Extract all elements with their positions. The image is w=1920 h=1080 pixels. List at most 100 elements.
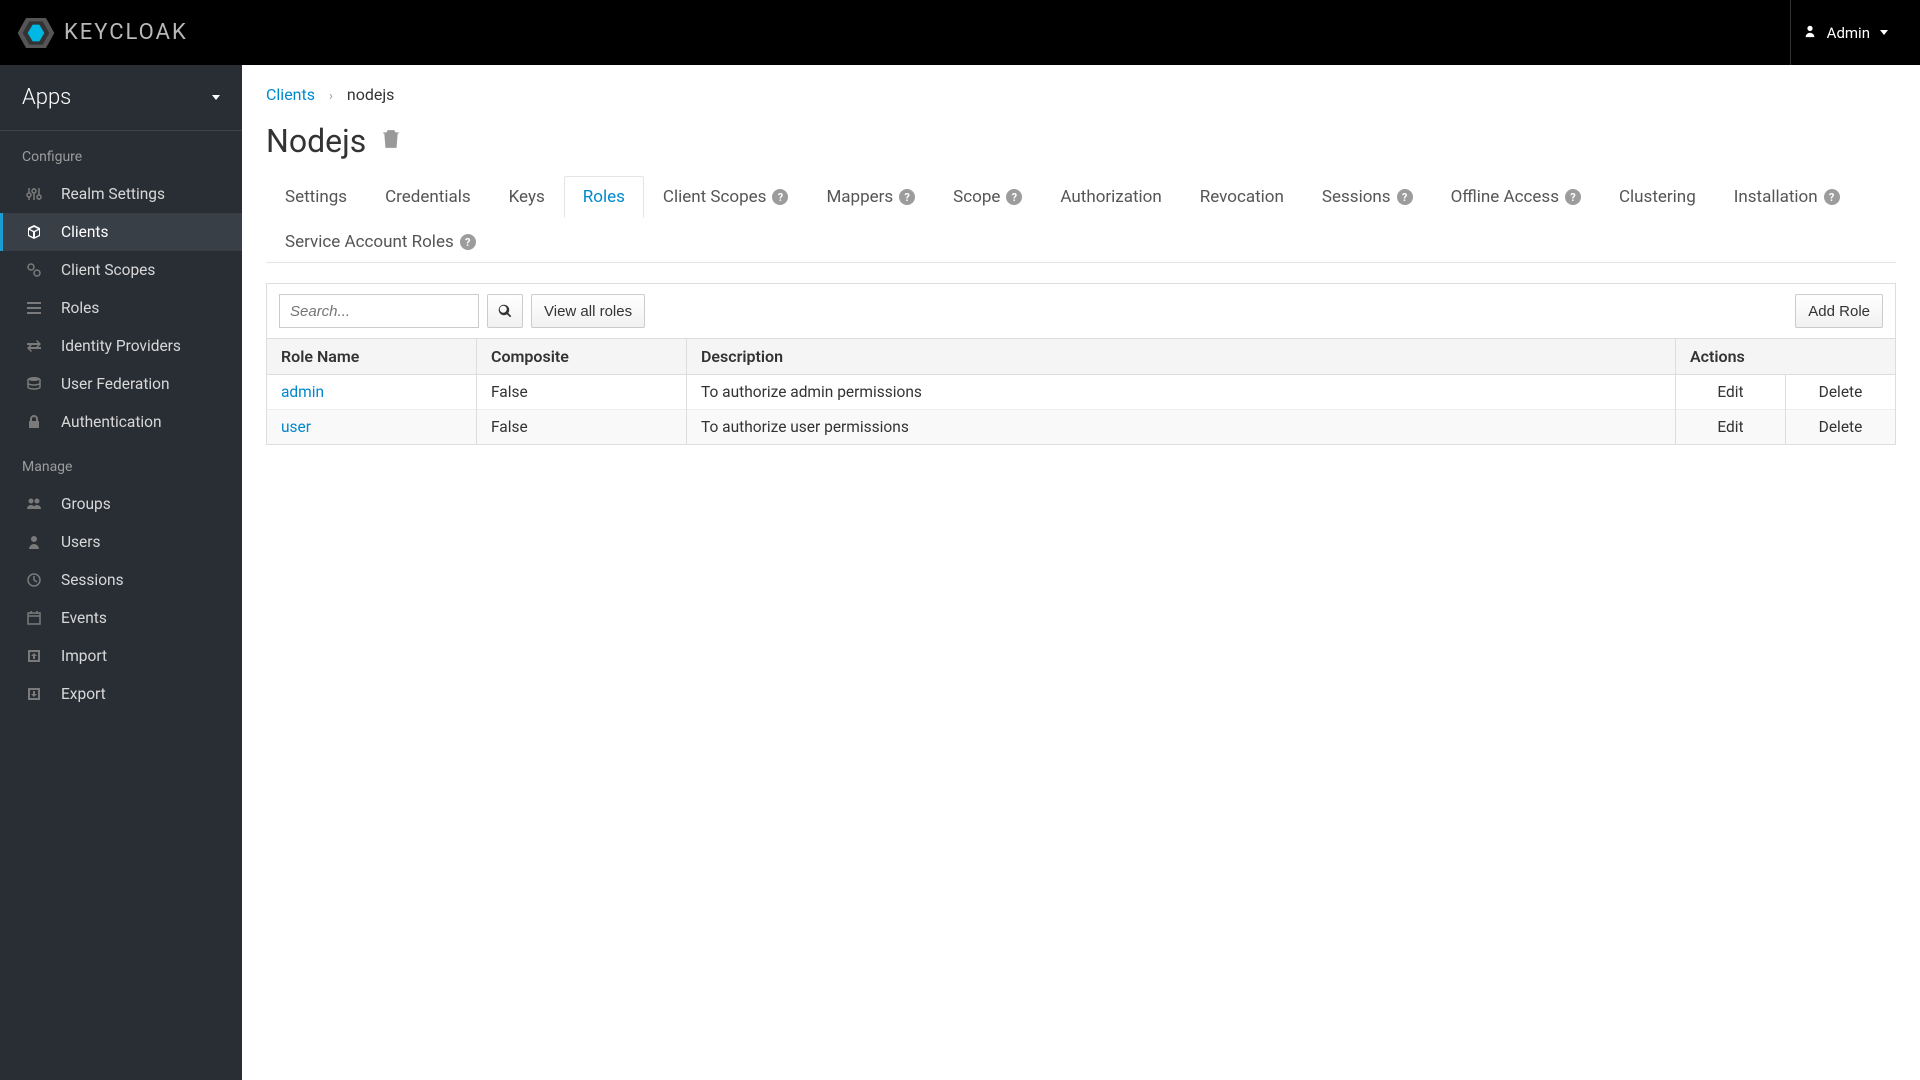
table-row: admin FalseTo authorize admin permissions… bbox=[267, 375, 1896, 410]
sidebar-item-import[interactable]: Import bbox=[0, 637, 242, 675]
realm-selector[interactable]: Apps bbox=[0, 65, 242, 131]
user-menu[interactable]: Admin bbox=[1790, 0, 1900, 65]
help-icon[interactable]: ? bbox=[899, 189, 915, 205]
tab-label: Clustering bbox=[1619, 187, 1696, 207]
role-link[interactable]: admin bbox=[281, 383, 324, 401]
tab-label: Offline Access bbox=[1451, 187, 1559, 207]
clock-icon bbox=[25, 571, 43, 589]
col-description[interactable]: Description bbox=[687, 339, 1676, 375]
help-icon[interactable]: ? bbox=[1565, 189, 1581, 205]
breadcrumb: Clients › nodejs bbox=[266, 85, 1896, 104]
sidebar-item-authentication[interactable]: Authentication bbox=[0, 403, 242, 441]
sidebar-item-sessions[interactable]: Sessions bbox=[0, 561, 242, 599]
sidebar-section-title: Configure bbox=[0, 131, 242, 175]
col-actions: Actions bbox=[1676, 339, 1896, 375]
tab-revocation[interactable]: Revocation bbox=[1181, 176, 1303, 218]
search-input[interactable] bbox=[279, 294, 479, 328]
cell-role-name: admin bbox=[267, 375, 477, 410]
help-icon[interactable]: ? bbox=[1824, 189, 1840, 205]
user-label: Admin bbox=[1827, 24, 1870, 42]
tab-label: Settings bbox=[285, 187, 347, 207]
brand-name: KEYCLOAK bbox=[64, 20, 188, 45]
cube-icon bbox=[25, 223, 43, 241]
sidebar-section-title: Manage bbox=[0, 441, 242, 485]
add-role-button[interactable]: Add Role bbox=[1795, 294, 1883, 328]
tab-installation[interactable]: Installation? bbox=[1715, 176, 1859, 218]
cell-description: To authorize user permissions bbox=[687, 410, 1676, 445]
sidebar-item-identity-providers[interactable]: Identity Providers bbox=[0, 327, 242, 365]
sidebar-item-label: Import bbox=[61, 647, 107, 665]
list-icon bbox=[25, 299, 43, 317]
tab-label: Revocation bbox=[1200, 187, 1284, 207]
sidebar-item-clients[interactable]: Clients bbox=[0, 213, 242, 251]
sidebar-item-events[interactable]: Events bbox=[0, 599, 242, 637]
import-icon bbox=[25, 647, 43, 665]
chevron-down-icon bbox=[212, 95, 220, 100]
cell-description: To authorize admin permissions bbox=[687, 375, 1676, 410]
delete-button[interactable]: Delete bbox=[1786, 410, 1896, 445]
sidebar-item-groups[interactable]: Groups bbox=[0, 485, 242, 523]
sidebar-item-user-federation[interactable]: User Federation bbox=[0, 365, 242, 403]
trash-icon[interactable] bbox=[382, 129, 400, 153]
roles-table: Role Name Composite Description Actions … bbox=[266, 338, 1896, 445]
search-button[interactable] bbox=[487, 294, 523, 328]
tab-label: Scope bbox=[953, 187, 1000, 207]
tab-roles[interactable]: Roles bbox=[564, 176, 644, 218]
edit-button[interactable]: Edit bbox=[1676, 410, 1786, 445]
tab-clustering[interactable]: Clustering bbox=[1600, 176, 1715, 218]
database-icon bbox=[25, 375, 43, 393]
sliders-icon bbox=[25, 185, 43, 203]
help-icon[interactable]: ? bbox=[772, 189, 788, 205]
sidebar-item-label: Realm Settings bbox=[61, 185, 165, 203]
realm-name: Apps bbox=[22, 85, 71, 110]
tab-label: Client Scopes bbox=[663, 187, 767, 207]
sidebar-item-roles[interactable]: Roles bbox=[0, 289, 242, 327]
breadcrumb-parent[interactable]: Clients bbox=[266, 85, 315, 104]
tab-offline-access[interactable]: Offline Access? bbox=[1432, 176, 1600, 218]
sidebar-item-label: Clients bbox=[61, 223, 108, 241]
col-role-name[interactable]: Role Name bbox=[267, 339, 477, 375]
help-icon[interactable]: ? bbox=[460, 234, 476, 250]
sidebar-item-client-scopes[interactable]: Client Scopes bbox=[0, 251, 242, 289]
tab-label: Service Account Roles bbox=[285, 232, 454, 252]
help-icon[interactable]: ? bbox=[1006, 189, 1022, 205]
view-all-roles-button[interactable]: View all roles bbox=[531, 294, 645, 328]
sidebar-item-label: Groups bbox=[61, 495, 111, 513]
chevron-down-icon bbox=[1880, 30, 1888, 35]
help-icon[interactable]: ? bbox=[1397, 189, 1413, 205]
delete-button[interactable]: Delete bbox=[1786, 375, 1896, 410]
user-icon bbox=[25, 533, 43, 551]
col-composite[interactable]: Composite bbox=[477, 339, 687, 375]
tab-scope[interactable]: Scope? bbox=[934, 176, 1041, 218]
exchange-icon bbox=[25, 337, 43, 355]
sidebar-item-users[interactable]: Users bbox=[0, 523, 242, 561]
tab-label: Roles bbox=[583, 187, 625, 207]
tab-authorization[interactable]: Authorization bbox=[1041, 176, 1180, 218]
edit-button[interactable]: Edit bbox=[1676, 375, 1786, 410]
tab-client-scopes[interactable]: Client Scopes? bbox=[644, 176, 808, 218]
cell-composite: False bbox=[477, 375, 687, 410]
tab-label: Keys bbox=[509, 187, 545, 207]
sidebar-item-realm-settings[interactable]: Realm Settings bbox=[0, 175, 242, 213]
table-row: user FalseTo authorize user permissionsEd… bbox=[267, 410, 1896, 445]
calendar-icon bbox=[25, 609, 43, 627]
tab-service-account-roles[interactable]: Service Account Roles? bbox=[266, 221, 495, 263]
sidebar: Apps Configure Realm Settings Clients Clien… bbox=[0, 65, 242, 1080]
tab-sessions[interactable]: Sessions? bbox=[1303, 176, 1432, 218]
role-link[interactable]: user bbox=[281, 418, 311, 436]
tab-keys[interactable]: Keys bbox=[490, 176, 564, 218]
breadcrumb-current: nodejs bbox=[347, 85, 395, 104]
tab-settings[interactable]: Settings bbox=[266, 176, 366, 218]
search-icon bbox=[498, 304, 512, 318]
sidebar-item-label: Authentication bbox=[61, 413, 162, 431]
table-toolbar: View all roles Add Role bbox=[266, 283, 1896, 338]
sidebar-sections: Configure Realm Settings Clients Client Sco… bbox=[0, 131, 242, 713]
sidebar-item-export[interactable]: Export bbox=[0, 675, 242, 713]
main-content: Clients › nodejs Nodejs SettingsCredenti… bbox=[242, 65, 1920, 1080]
tab-credentials[interactable]: Credentials bbox=[366, 176, 490, 218]
sidebar-item-label: Sessions bbox=[61, 571, 124, 589]
keycloak-icon bbox=[16, 13, 56, 53]
cell-composite: False bbox=[477, 410, 687, 445]
brand-logo[interactable]: KEYCLOAK bbox=[16, 13, 188, 53]
tab-mappers[interactable]: Mappers? bbox=[807, 176, 934, 218]
